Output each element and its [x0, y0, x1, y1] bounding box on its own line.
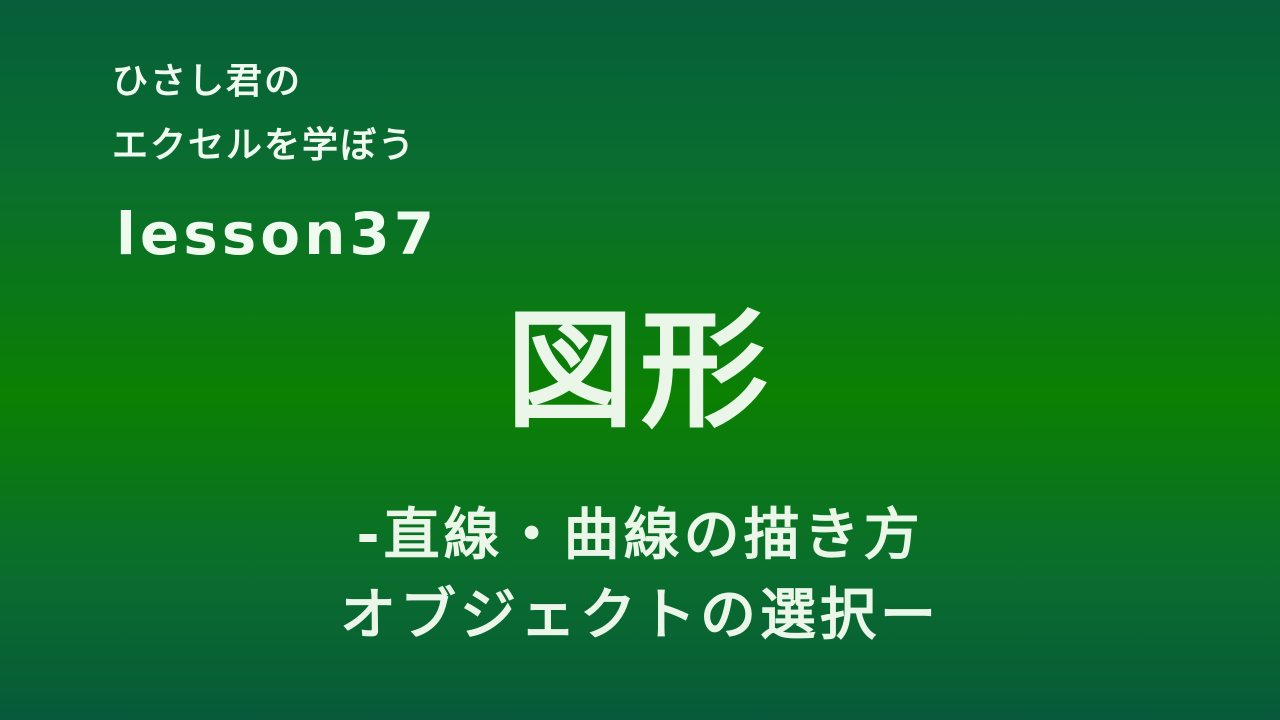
lesson-number: lesson37 — [116, 200, 439, 268]
subtitle-line1: -直線・曲線の描き方 — [356, 503, 924, 568]
series-title-line1: ひさし君の — [112, 61, 303, 102]
main-title: 図形 — [505, 297, 774, 446]
subtitle-line2: オブジェクトの選択ー — [340, 583, 940, 648]
title-slide: ひさし君の エクセルを学ぼう lesson37 図形 -直線・曲線の描き方 オブ… — [0, 0, 1280, 720]
series-title-line2: エクセルを学ぼう — [112, 125, 417, 166]
